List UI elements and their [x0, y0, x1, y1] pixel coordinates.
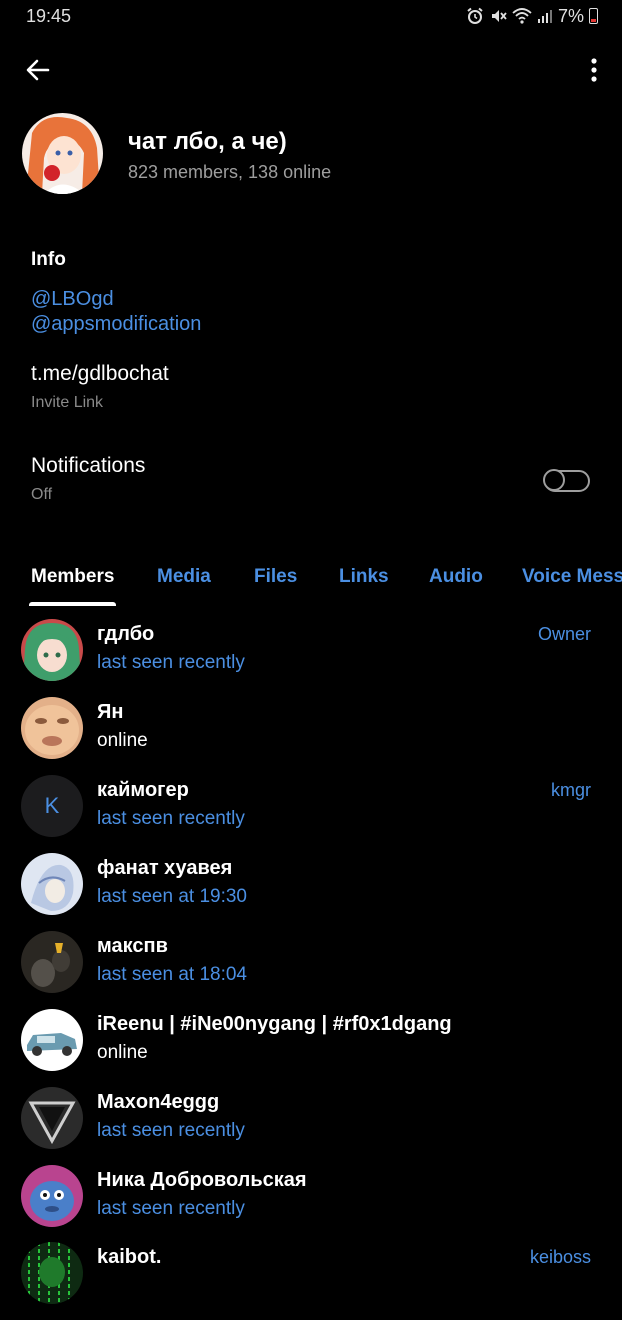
- shared-media-tabs: Members Media Files Links Audio Voice Me…: [0, 548, 622, 608]
- member-status: last seen recently: [97, 1120, 245, 1141]
- member-row[interactable]: фанат хуавея last seen at 19:30: [0, 853, 622, 931]
- status-icons: 7%: [466, 5, 598, 27]
- more-vertical-icon: [591, 58, 597, 82]
- member-status: last seen recently: [97, 808, 245, 829]
- invite-link-caption: Invite Link: [31, 394, 104, 411]
- member-name: kaibot.: [97, 1246, 162, 1268]
- member-status: online: [97, 730, 148, 751]
- member-row[interactable]: K каймогер last seen recently kmgr: [0, 775, 622, 853]
- tab-voice-messages[interactable]: Voice Mess: [522, 566, 622, 588]
- member-status: last seen at 18:04: [97, 964, 247, 985]
- description-link-appsmodification[interactable]: @appsmodification: [31, 313, 201, 336]
- invite-link[interactable]: t.me/gdlbochat: [31, 362, 169, 386]
- avatar: [21, 697, 83, 759]
- description-link-lbogd[interactable]: @LBOgd: [31, 288, 114, 311]
- member-role-badge: keiboss: [529, 1247, 591, 1267]
- tab-media[interactable]: Media: [157, 566, 211, 588]
- group-avatar[interactable]: [22, 113, 103, 194]
- tab-members[interactable]: Members: [31, 566, 114, 588]
- member-role-badge: kmgr: [551, 780, 591, 800]
- tab-files[interactable]: Files: [254, 566, 297, 588]
- member-status: last seen recently: [97, 1198, 245, 1219]
- member-status: online: [97, 1042, 148, 1063]
- member-name: Maxon4eggg: [97, 1091, 220, 1113]
- avatar: [21, 619, 83, 681]
- avatar: [21, 1242, 83, 1304]
- member-row[interactable]: Maxon4eggg last seen recently: [0, 1087, 622, 1165]
- group-member-count: 823 members, 138 online: [128, 162, 332, 182]
- wifi-icon: [512, 8, 532, 24]
- avatar: [21, 931, 83, 993]
- member-row[interactable]: Ян online: [0, 697, 622, 775]
- battery-icon: [589, 8, 598, 24]
- member-role-badge: Owner: [537, 624, 591, 644]
- avatar: [21, 1087, 83, 1149]
- avatar: [21, 1009, 83, 1071]
- battery-percent: 7%: [557, 5, 584, 26]
- status-bar: 19:45 7%: [0, 0, 622, 32]
- mute-icon: [491, 10, 507, 22]
- tab-audio[interactable]: Audio: [429, 566, 483, 588]
- avatar: K: [21, 775, 83, 837]
- member-status: last seen at 19:30: [97, 886, 247, 907]
- status-time: 19:45: [26, 6, 72, 26]
- notifications-toggle[interactable]: [543, 469, 590, 492]
- avatar-letter: K: [21, 775, 83, 837]
- notifications-state: Off: [31, 486, 53, 503]
- member-name: каймогер: [97, 779, 189, 801]
- notifications-label[interactable]: Notifications: [31, 454, 145, 478]
- member-name: макспв: [97, 935, 168, 957]
- member-name: Ян: [97, 701, 124, 723]
- member-row[interactable]: Ника Добровольская last seen recently: [0, 1165, 622, 1243]
- member-name: гдлбо: [97, 623, 155, 645]
- signal-icon: [537, 10, 552, 23]
- member-row[interactable]: гдлбо last seen recently Owner: [0, 619, 622, 697]
- member-name: Ника Добровольская: [97, 1169, 307, 1191]
- group-title: чат лбо, а че): [128, 128, 287, 155]
- active-tab-indicator: [29, 602, 116, 606]
- member-name: iReenu | #iNe00nygang | #rf0x1dgang: [97, 1013, 452, 1035]
- member-row[interactable]: kaibot. keiboss: [0, 1242, 622, 1320]
- member-status: last seen recently: [97, 652, 245, 673]
- alarm-icon: [467, 7, 483, 24]
- more-options-button[interactable]: [578, 50, 610, 90]
- top-bar: [0, 40, 622, 98]
- avatar: [21, 853, 83, 915]
- member-name: фанат хуавея: [97, 857, 233, 879]
- toggle-knob: [543, 469, 565, 491]
- arrow-left-icon: [26, 59, 50, 81]
- tab-links[interactable]: Links: [339, 566, 389, 588]
- member-row[interactable]: iReenu | #iNe00nygang | #rf0x1dgang onli…: [0, 1009, 622, 1087]
- back-button[interactable]: [18, 50, 58, 90]
- info-header: Info: [31, 249, 66, 270]
- avatar: [21, 1165, 83, 1227]
- member-row[interactable]: макспв last seen at 18:04: [0, 931, 622, 1009]
